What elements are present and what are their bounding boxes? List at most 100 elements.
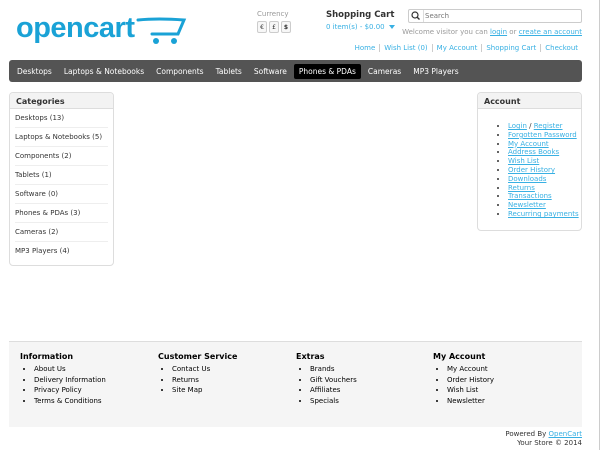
footer-column-information: Information About Us Delivery Informatio… [20,352,106,406]
search-box [408,9,582,23]
footer-column-title: Information [20,352,74,361]
account-item: Downloads [508,175,581,184]
menu-item-mp3[interactable]: MP3 Players [408,64,463,79]
footer-link[interactable]: Site Map [172,385,237,396]
category-item[interactable]: Software (0) [15,185,108,204]
login-link[interactable]: login [490,28,507,36]
footer-link[interactable]: Contact Us [172,364,237,375]
powered-prefix: Powered By [505,430,549,438]
footer-column-title: My Account [433,352,486,361]
site-footer: Information About Us Delivery Informatio… [9,341,582,427]
category-item[interactable]: Laptops & Notebooks (5) [15,128,108,147]
category-item[interactable]: MP3 Players (4) [15,242,108,260]
top-link-shopping-cart[interactable]: Shopping Cart [481,44,540,52]
account-login-register: Login / Register [508,122,581,131]
footer-link[interactable]: Delivery Information [34,375,106,386]
footer-link[interactable]: Specials [310,396,357,407]
footer-link[interactable]: Gift Vouchers [310,375,357,386]
account-link[interactable]: Wish List [508,157,539,165]
cart-title: Shopping Cart [326,10,395,20]
create-account-link[interactable]: create an account [519,28,582,36]
currency-dollar-button[interactable]: $ [281,21,291,33]
account-item: Returns [508,184,581,193]
category-item[interactable]: Tablets (1) [15,166,108,185]
welcome-or: or [507,28,519,36]
footer-column-title: Extras [296,352,325,361]
account-link[interactable]: My Account [508,140,549,148]
top-links: Home Wish List (0) My Account Shopping C… [351,44,582,52]
currency-euro-button[interactable]: € [257,21,267,33]
menu-item-software[interactable]: Software [249,64,292,79]
footer-column-title: Customer Service [158,352,238,361]
account-item: Transactions [508,192,581,201]
footer-link[interactable]: Newsletter [447,396,494,407]
footer-column-customer-service: Customer Service Contact Us Returns Site… [158,352,237,396]
account-link[interactable]: Transactions [508,192,552,200]
account-box: Account Login / Register Forgotten Passw… [477,92,582,231]
footer-column-my-account: My Account My Account Order History Wish… [433,352,494,406]
cart-summary[interactable]: 0 item(s) - $0.00 [326,23,395,31]
category-item[interactable]: Phones & PDAs (3) [15,204,108,223]
category-item[interactable]: Cameras (2) [15,223,108,242]
footer-link[interactable]: Affiliates [310,385,357,396]
account-item: Address Books [508,148,581,157]
menu-item-desktops[interactable]: Desktops [12,64,57,79]
footer-link[interactable]: Wish List [447,385,494,396]
top-link-my-account[interactable]: My Account [431,44,482,52]
account-title: Account [478,93,581,109]
search-button[interactable] [409,10,424,22]
welcome-prefix: Welcome visitor you can [402,28,491,36]
currency-switcher: Currency € £ $ [257,10,291,33]
menu-item-phones[interactable]: Phones & PDAs [293,63,361,79]
account-link[interactable]: Address Books [508,148,559,156]
menu-item-components[interactable]: Components [151,64,208,79]
category-item[interactable]: Components (2) [15,147,108,166]
footer-link[interactable]: Returns [172,375,237,386]
account-link[interactable]: Downloads [508,175,546,183]
footer-link[interactable]: About Us [34,364,106,375]
top-link-wishlist[interactable]: Wish List (0) [379,44,431,52]
menu-item-cameras[interactable]: Cameras [363,64,406,79]
account-item: Forgotten Password [508,131,581,140]
chevron-down-icon [388,25,395,29]
logo-text: opencart [16,12,135,44]
account-link[interactable]: Newsletter [508,201,546,209]
account-link[interactable]: Forgotten Password [508,131,577,139]
category-item[interactable]: Desktops (13) [15,109,108,128]
footer-link[interactable]: My Account [447,364,494,375]
categories-box: Categories Desktops (13) Laptops & Noteb… [9,92,114,266]
welcome-message: Welcome visitor you can login or create … [402,28,582,36]
account-login-link[interactable]: Login [508,122,527,130]
main-menu: Desktops Laptops & Notebooks Components … [9,60,582,82]
currency-label: Currency [257,10,289,18]
account-item: Newsletter [508,201,581,210]
categories-title: Categories [10,93,113,109]
account-link[interactable]: Recurring payments [508,210,579,218]
account-item: Wish List [508,157,581,166]
account-register-link[interactable]: Register [534,122,563,130]
footer-column-extras: Extras Brands Gift Vouchers Affiliates S… [296,352,357,406]
store-logo[interactable]: opencart [16,10,187,50]
menu-item-laptops[interactable]: Laptops & Notebooks [59,64,149,79]
currency-pound-button[interactable]: £ [269,21,279,33]
search-input[interactable] [425,11,575,21]
search-icon [411,11,420,20]
menu-item-tablets[interactable]: Tablets [211,64,247,79]
opencart-link[interactable]: OpenCart [549,430,583,438]
top-link-checkout[interactable]: Checkout [540,44,582,52]
cart-logo-icon [136,17,187,44]
account-item: Order History [508,166,581,175]
footer-link[interactable]: Brands [310,364,357,375]
top-link-home[interactable]: Home [351,44,380,52]
footer-link[interactable]: Privacy Policy [34,385,106,396]
footer-link[interactable]: Order History [447,375,494,386]
shopping-cart-widget[interactable]: Shopping Cart 0 item(s) - $0.00 [326,10,395,31]
account-link[interactable]: Returns [508,184,535,192]
store-copyright: Your Store © 2014 [517,439,582,447]
account-link[interactable]: Order History [508,166,555,174]
account-separator: / [526,122,534,130]
powered-by: Powered By OpenCart Your Store © 2014 [505,430,582,448]
account-item: Recurring payments [508,210,581,219]
account-item: My Account [508,140,581,149]
footer-link[interactable]: Terms & Conditions [34,396,106,407]
